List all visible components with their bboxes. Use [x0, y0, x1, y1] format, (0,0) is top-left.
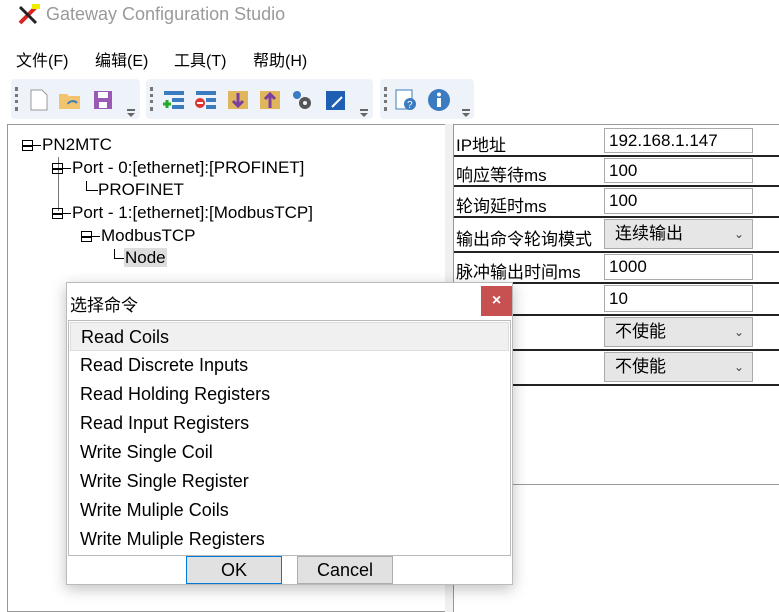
collapse-icon[interactable] [22, 140, 33, 152]
tree-node-label: Node [124, 248, 167, 267]
window-title: Gateway Configuration Studio [46, 4, 286, 24]
tree-node-port1[interactable]: Port - 1:[ethernet]:[ModbusTCP] [52, 203, 313, 223]
toolbar-grip[interactable] [150, 87, 153, 111]
property-value: 192.168.1.147 [609, 131, 718, 150]
upload-icon[interactable] [258, 88, 282, 112]
tree-node-modbustcp[interactable]: ModbusTCP [81, 226, 195, 246]
download-icon[interactable] [226, 88, 250, 112]
command-item[interactable]: Write Muliple Coils [70, 496, 509, 525]
command-item[interactable]: Read Discrete Inputs [70, 351, 509, 380]
toolbar-file [11, 79, 140, 119]
command-item[interactable]: Write Muliple Registers [70, 525, 509, 554]
tree-node-label: ModbusTCP [101, 226, 196, 245]
app-tools-icon [18, 4, 40, 25]
svg-text:?: ? [407, 100, 413, 111]
collapse-icon[interactable] [81, 231, 92, 243]
help-list-icon[interactable]: ? [394, 88, 418, 112]
property-value: 10 [609, 289, 628, 308]
property-value: 100 [609, 161, 638, 180]
tree-node-node[interactable]: Node [114, 248, 167, 268]
property-row: IP地址 192.168.1.147 [454, 127, 779, 157]
menu-tools[interactable]: 工具(T) [174, 47, 226, 71]
property-input[interactable]: 100 [604, 188, 753, 214]
toolbar-overflow-icon[interactable] [127, 109, 135, 117]
property-value: 不使能 [615, 322, 666, 341]
property-select[interactable]: 不使能 ⌄ [604, 352, 753, 382]
command-item[interactable]: Write Single Coil [70, 438, 509, 467]
property-label: 脉冲输出时间ms [456, 262, 581, 282]
open-folder-icon[interactable] [58, 88, 82, 112]
add-node-icon[interactable] [162, 88, 186, 112]
save-icon[interactable] [91, 88, 115, 112]
edit-notepad-icon[interactable] [324, 88, 348, 112]
select-command-dialog: 选择命令 × Read Coils Read Discrete Inputs Rea… [66, 282, 513, 585]
property-input[interactable]: 1000 [604, 254, 753, 280]
property-input[interactable]: 192.168.1.147 [604, 128, 753, 153]
menu-file[interactable]: 文件(F) [16, 47, 68, 71]
command-item[interactable]: Read Input Registers [70, 409, 509, 438]
cancel-button[interactable]: Cancel [297, 556, 393, 584]
delete-node-icon[interactable] [194, 88, 218, 112]
menu-edit[interactable]: 编辑(E) [95, 47, 148, 71]
dialog-title: 选择命令 [70, 296, 138, 315]
toolbar-help: ? [380, 79, 474, 119]
property-row: 脉冲输出时间ms 1000 [454, 253, 779, 284]
property-label: 响应等待ms [456, 166, 547, 185]
collapse-icon[interactable] [52, 208, 63, 220]
chevron-down-icon: ⌄ [733, 227, 744, 241]
property-input[interactable]: 100 [604, 158, 753, 183]
ok-button[interactable]: OK [186, 556, 282, 584]
tree-node-port0[interactable]: Port - 0:[ethernet]:[PROFINET] [52, 158, 304, 178]
toolbar-grip[interactable] [384, 87, 387, 111]
command-item[interactable]: Write Single Register [70, 467, 509, 496]
property-value: 100 [609, 191, 638, 210]
toolbar-overflow-icon[interactable] [360, 109, 368, 117]
property-row: 输出命令轮询模式 连续输出 ⌄ [454, 218, 779, 253]
toolbar-grip[interactable] [15, 87, 18, 111]
tree-node-label: PROFINET [98, 180, 184, 199]
chevron-down-icon: ⌄ [733, 325, 744, 339]
property-value: 1000 [609, 257, 647, 276]
chevron-down-icon: ⌄ [733, 360, 744, 374]
tree-node-label: PN2MTC [42, 135, 112, 154]
property-row: 响应等待ms 100 [454, 157, 779, 187]
property-label: 输出命令轮询模式 [456, 229, 592, 249]
collapse-icon[interactable] [52, 163, 63, 175]
new-file-icon[interactable] [27, 88, 51, 112]
command-item[interactable]: Read Coils [70, 322, 509, 351]
property-select[interactable]: 连续输出 ⌄ [604, 219, 753, 249]
toolbar-overflow-icon[interactable] [462, 109, 470, 117]
tree-node-root[interactable]: PN2MTC [22, 135, 112, 155]
tree-node-profinet[interactable]: PROFINET [86, 180, 184, 200]
property-input[interactable]: 10 [604, 285, 753, 312]
tree-node-label: Port - 0:[ethernet]:[PROFINET] [72, 158, 305, 177]
close-button[interactable]: × [481, 286, 512, 316]
property-value: 不使能 [615, 357, 666, 376]
property-label: 轮询延时ms [456, 196, 547, 216]
command-list[interactable]: Read Coils Read Discrete Inputs Read Holdi… [68, 320, 511, 556]
property-select[interactable]: 不使能 ⌄ [604, 317, 753, 347]
property-row: 轮询延时ms 100 [454, 187, 779, 218]
property-label: IP地址 [456, 136, 507, 155]
toolbar-edit [146, 79, 373, 119]
menu-help[interactable]: 帮助(H) [253, 47, 307, 71]
property-value: 连续输出 [615, 224, 683, 243]
command-item[interactable]: Read Holding Registers [70, 380, 509, 409]
info-icon[interactable] [427, 88, 451, 112]
tree-node-label: Port - 1:[ethernet]:[ModbusTCP] [72, 203, 313, 222]
settings-gears-icon[interactable] [290, 88, 314, 112]
